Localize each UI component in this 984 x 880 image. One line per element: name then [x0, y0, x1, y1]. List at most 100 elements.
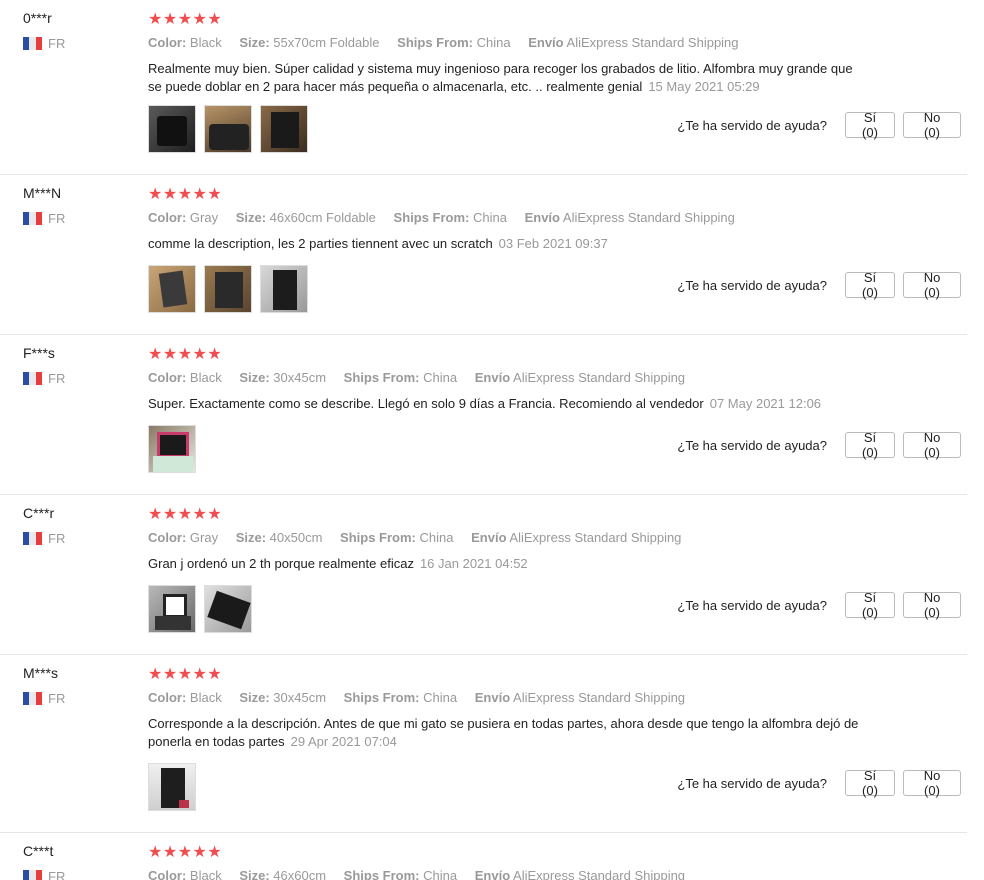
size-label: Size:: [239, 690, 270, 705]
review-photo[interactable]: [148, 585, 196, 633]
reviewer-name: M***N: [23, 185, 62, 201]
sku-info: Color: Black Size: 55x70cm Foldable Ship…: [148, 35, 753, 50]
ships-from-label: Ships From:: [343, 690, 420, 705]
review-photo[interactable]: [148, 763, 196, 811]
review-text: Corresponde a la descripción. Antes de q…: [148, 716, 859, 749]
helpful-yes-button[interactable]: Sí (0): [845, 768, 895, 798]
helpful-label: ¿Te ha servido de ayuda?: [677, 277, 827, 293]
review-item: F***s FR ★★★★★ Color: Black Size: 30x45c…: [0, 335, 967, 495]
size-label: Size:: [239, 370, 270, 385]
color-value: Black: [189, 35, 222, 50]
review-photo[interactable]: [148, 425, 196, 473]
size-label: Size:: [239, 35, 270, 50]
ships-from-value: China: [476, 35, 511, 50]
helpful-yes-button[interactable]: Sí (0): [845, 110, 895, 140]
size-value: 46x60cm Foldable: [269, 210, 376, 225]
size-label: Size:: [239, 868, 270, 880]
reviewer-name: C***r: [23, 505, 55, 521]
shipping-value: AliExpress Standard Shipping: [562, 210, 735, 225]
shipping-value: AliExpress Standard Shipping: [513, 868, 686, 880]
ships-from-value: China: [419, 530, 454, 545]
helpful-yes-button[interactable]: Sí (0): [845, 590, 895, 620]
ships-from-label: Ships From:: [340, 530, 416, 545]
review-photo[interactable]: [260, 105, 308, 153]
shipping-value: AliExpress Standard Shipping: [513, 370, 686, 385]
review-text-block: Realmente muy bien. Súper calidad y sist…: [148, 60, 868, 96]
shipping-value: AliExpress Standard Shipping: [513, 690, 686, 705]
size-label: Size:: [235, 210, 267, 225]
helpful-no-button[interactable]: No (0): [903, 110, 961, 140]
color-value: Black: [189, 370, 222, 385]
size-label: Size:: [235, 530, 267, 545]
review-date: 16 Jan 2021 04:52: [419, 556, 528, 571]
color-value: Gray: [189, 210, 219, 225]
review-item: C***r FR ★★★★★ Color: Gray Size: 40x50cm…: [0, 495, 967, 655]
review-text: Gran j ordenó un 2 th porque realmente e…: [148, 556, 414, 571]
helpful-section: ¿Te ha servido de ayuda? Sí (0) No (0): [677, 768, 961, 798]
color-value: Black: [189, 690, 222, 705]
star-rating: ★★★★★: [148, 346, 223, 363]
helpful-yes-button[interactable]: Sí (0): [845, 430, 895, 460]
sku-info: Color: Gray Size: 46x60cm Foldable Ships…: [148, 210, 749, 225]
review-date: 07 May 2021 12:06: [709, 396, 822, 411]
reviewer-country: FR: [23, 36, 65, 51]
helpful-section: ¿Te ha servido de ayuda? Sí (0) No (0): [677, 430, 961, 460]
reviewer-country: FR: [23, 691, 65, 706]
color-label: Color:: [148, 210, 187, 225]
size-value: 30x45cm: [273, 690, 327, 705]
star-rating: ★★★★★: [148, 186, 223, 203]
ships-from-value: China: [423, 370, 458, 385]
reviewer-country: FR: [23, 371, 65, 386]
helpful-section: ¿Te ha servido de ayuda? Sí (0) No (0): [677, 110, 961, 140]
ships-from-value: China: [473, 210, 507, 225]
size-value: 46x60cm: [273, 868, 327, 880]
review-photos: [148, 105, 316, 153]
helpful-no-button[interactable]: No (0): [903, 590, 961, 620]
reviewer-name: C***t: [23, 843, 54, 859]
review-list: 0***r FR ★★★★★ Color: Black Size: 55x70c…: [0, 0, 984, 880]
review-item: C***t FR ★★★★★ Color: Black Size: 46x60c…: [0, 833, 967, 880]
ships-from-label: Ships From:: [397, 35, 473, 50]
helpful-yes-button[interactable]: Sí (0): [845, 270, 895, 300]
review-item: M***s FR ★★★★★ Color: Black Size: 30x45c…: [0, 655, 967, 833]
reviewer-country: FR: [23, 869, 65, 880]
reviewer-name: F***s: [23, 345, 55, 361]
shipping-label: Envío: [528, 35, 564, 50]
review-photo[interactable]: [204, 105, 252, 153]
shipping-label: Envío: [474, 370, 511, 385]
review-photo[interactable]: [148, 265, 196, 313]
star-rating: ★★★★★: [148, 506, 223, 523]
review-photo[interactable]: [260, 265, 308, 313]
review-photo[interactable]: [204, 265, 252, 313]
helpful-section: ¿Te ha servido de ayuda? Sí (0) No (0): [677, 270, 961, 300]
review-photos: [148, 425, 204, 473]
review-text: comme la description, les 2 parties tien…: [148, 236, 493, 251]
review-photos: [148, 585, 260, 633]
review-text-block: Super. Exactamente como se describe. Lle…: [148, 395, 868, 413]
ships-from-label: Ships From:: [343, 370, 420, 385]
review-photo[interactable]: [148, 105, 196, 153]
review-photo[interactable]: [204, 585, 252, 633]
star-rating: ★★★★★: [148, 666, 223, 683]
france-flag-icon: [23, 692, 42, 705]
color-value: Gray: [189, 530, 219, 545]
review-item: M***N FR ★★★★★ Color: Gray Size: 46x60cm…: [0, 175, 967, 335]
helpful-no-button[interactable]: No (0): [903, 430, 961, 460]
sku-info: Color: Black Size: 30x45cm Ships From: C…: [148, 690, 699, 705]
color-label: Color:: [148, 370, 187, 385]
country-code: FR: [48, 211, 66, 226]
country-code: FR: [48, 531, 66, 546]
shipping-label: Envío: [474, 690, 511, 705]
reviewer-country: FR: [23, 531, 65, 546]
helpful-no-button[interactable]: No (0): [903, 768, 961, 798]
shipping-label: Envío: [524, 210, 560, 225]
color-label: Color:: [148, 530, 187, 545]
review-date: 03 Feb 2021 09:37: [498, 236, 608, 251]
review-text: Super. Exactamente como se describe. Lle…: [148, 396, 704, 411]
review-date: 29 Apr 2021 07:04: [290, 734, 397, 749]
sku-info: Color: Gray Size: 40x50cm Ships From: Ch…: [148, 530, 695, 545]
helpful-no-button[interactable]: No (0): [903, 270, 961, 300]
reviewer-name: M***s: [23, 665, 59, 681]
france-flag-icon: [23, 870, 42, 880]
helpful-label: ¿Te ha servido de ayuda?: [677, 775, 827, 791]
